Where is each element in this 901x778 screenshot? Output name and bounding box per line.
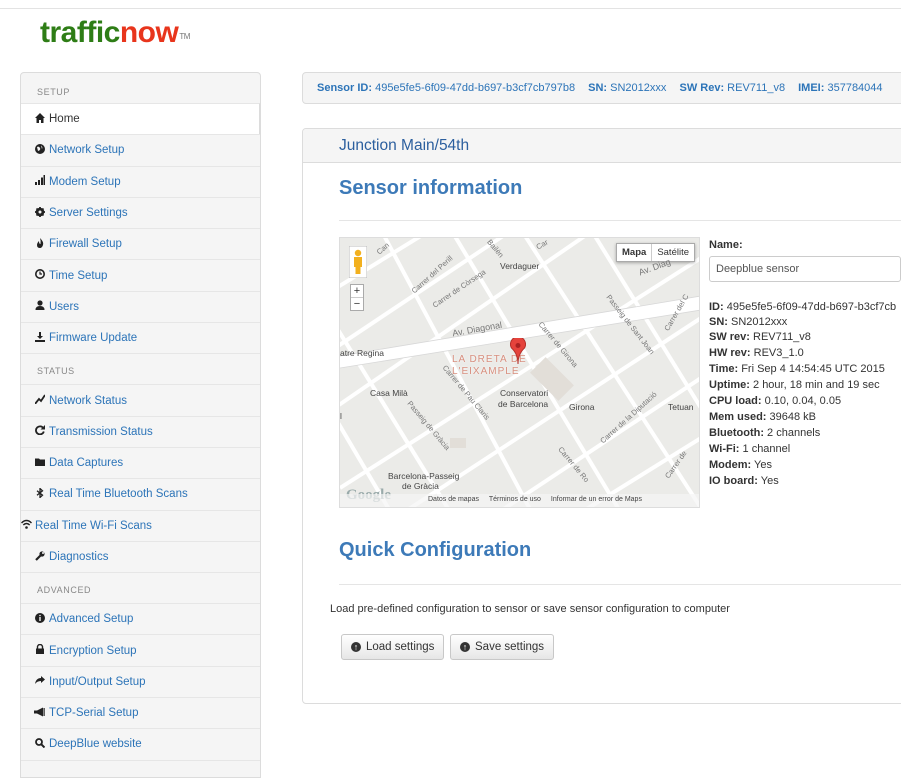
sidebar-empty-row — [21, 759, 260, 777]
nav-section-setup: SETUP — [37, 87, 71, 97]
name-label: Name: — [709, 239, 743, 251]
sidebar-nav: SETUP Home Network Setup Modem Setup Ser… — [20, 72, 261, 778]
sidebar-item-users[interactable]: Users — [21, 290, 260, 323]
map-report-link[interactable]: Informar de un error de Maps — [551, 496, 642, 503]
nav-section-advanced: ADVANCED — [21, 572, 260, 603]
map-zoom-control: + − — [350, 284, 364, 311]
share-icon — [33, 675, 46, 688]
sidebar-item-network-setup[interactable]: Network Setup — [21, 134, 260, 166]
map-label: l — [340, 411, 342, 421]
globe-icon — [33, 143, 46, 157]
map-type-map-button[interactable]: Mapa — [617, 244, 653, 261]
sidebar-item-io-setup[interactable]: Input/Output Setup — [21, 665, 260, 698]
search-icon — [33, 738, 46, 751]
sidebar-item-server-settings[interactable]: Server Settings — [21, 196, 260, 229]
sensor-bluetooth-row: Bluetooth: 2 channels — [709, 427, 821, 439]
sensor-name-input[interactable] — [709, 256, 901, 282]
divider — [339, 584, 901, 585]
wrench-icon — [33, 550, 46, 564]
user-icon — [33, 300, 46, 313]
home-icon — [33, 112, 46, 126]
sidebar-item-modem-setup[interactable]: Modem Setup — [21, 165, 260, 197]
sensor-mem-row: Mem used: 39648 kB — [709, 411, 817, 423]
sidebar-item-tcp-serial-setup[interactable]: TCP-Serial Setup — [21, 697, 260, 729]
download-icon — [33, 331, 46, 345]
sensor-wifi-row: Wi-Fi: 1 channel — [709, 443, 791, 455]
sensor-uptime-row: Uptime: 2 hour, 18 min and 19 sec — [709, 379, 880, 391]
sidebar-item-network-status[interactable]: Network Status — [21, 384, 260, 416]
map-label: atre Regina — [340, 348, 384, 358]
sensor-modem-row: Modem: Yes — [709, 459, 772, 471]
sensor-id-value: 495e5fe5-6f09-47dd-b697-b3cf7cb797b8 — [375, 82, 576, 94]
sensor-information-heading: Sensor information — [339, 177, 523, 199]
upload-circle-icon: ↑ — [351, 642, 361, 652]
sidebar-item-time-setup[interactable]: Time Setup — [21, 259, 260, 291]
bluetooth-icon — [33, 486, 46, 501]
sidebar-item-encryption-setup[interactable]: Encryption Setup — [21, 634, 260, 666]
map-type-satellite-button[interactable]: Satélite — [652, 244, 694, 261]
zoom-out-button[interactable]: − — [351, 297, 363, 310]
sensor-time-row: Time: Fri Sep 4 14:54:45 UTC 2015 — [709, 363, 885, 375]
info-icon — [33, 612, 46, 626]
sensor-io-row: IO board: Yes — [709, 475, 779, 487]
panel-title: Junction Main/54th — [303, 129, 901, 163]
sidebar-item-wifi-scans[interactable]: Real Time Wi-Fi Scans — [21, 509, 260, 541]
sidebar-item-home[interactable]: Home — [21, 103, 260, 135]
map-streets — [340, 238, 699, 507]
download-circle-icon: ↑ — [460, 642, 470, 652]
sensor-info-bar: Sensor ID: 495e5fe5-6f09-47dd-b697-b3cf7… — [302, 72, 901, 104]
sidebar-item-firewall-setup[interactable]: Firewall Setup — [21, 228, 260, 260]
signal-icon — [33, 175, 46, 188]
map-label: Casa Milà — [370, 388, 408, 398]
zoom-in-button[interactable]: + — [351, 285, 363, 297]
sensor-hwrev-row: HW rev: REV3_1.0 — [709, 347, 804, 359]
folder-icon — [33, 457, 46, 470]
quick-configuration-heading: Quick Configuration — [339, 539, 532, 561]
sidebar-item-advanced-setup[interactable]: Advanced Setup — [21, 603, 260, 635]
sidebar-item-diagnostics[interactable]: Diagnostics — [21, 540, 260, 573]
lock-icon — [33, 643, 46, 657]
map-label: Tetuan — [668, 402, 694, 412]
map-label: de Gràcia — [402, 481, 439, 491]
junction-panel: Junction Main/54th Sensor information + … — [302, 128, 901, 704]
sw-rev-value: REV711_v8 — [727, 82, 786, 94]
bullhorn-icon — [33, 707, 46, 720]
sensor-swrev-row: SW rev: REV711_v8 — [709, 331, 811, 343]
top-divider — [0, 8, 901, 9]
sensor-id-row: ID: 495e5fe5-6f09-47dd-b697-b3cf7cb — [709, 301, 897, 313]
save-settings-button[interactable]: ↑ Save settings — [450, 634, 555, 660]
map-label: Girona — [569, 402, 595, 412]
map-data-link[interactable]: Datos de mapas — [428, 496, 479, 503]
nav-section-status: STATUS — [21, 353, 260, 384]
street-view-pegman-icon[interactable] — [349, 246, 367, 278]
map-label: Conservatori — [500, 388, 549, 398]
sidebar-item-data-captures[interactable]: Data Captures — [21, 446, 260, 479]
map-footer: Datos de mapas Términos de uso Informar … — [340, 494, 699, 507]
sidebar-item-deepblue-website[interactable]: DeepBlue website — [21, 728, 260, 760]
map-label: Verdaguer — [500, 261, 540, 271]
load-settings-button[interactable]: ↑ Load settings — [341, 634, 445, 660]
map-terms-link[interactable]: Términos de uso — [489, 496, 541, 503]
clock-icon — [33, 269, 46, 282]
imei-value: 357784044 — [827, 82, 883, 94]
location-map[interactable]: + − Mapa Satélite Can Carrer del Perill … — [339, 237, 700, 508]
trafficnow-logo[interactable]: trafficnowTM — [40, 15, 190, 51]
map-label: de Barcelona — [498, 399, 549, 409]
map-type-toggle: Mapa Satélite — [616, 243, 695, 262]
wifi-icon — [21, 519, 33, 532]
quick-config-description: Load pre-defined configuration to sensor… — [330, 603, 730, 615]
sn-value: SN2012xxx — [610, 82, 667, 94]
pulse-icon — [33, 394, 46, 407]
sensor-cpu-row: CPU load: 0.10, 0.04, 0.05 — [709, 395, 842, 407]
gear-icon — [33, 206, 46, 220]
map-label: Barcelona-Passeig — [388, 471, 460, 481]
fire-icon — [33, 237, 46, 251]
refresh-icon — [33, 425, 46, 438]
sidebar-item-firmware-update[interactable]: Firmware Update — [21, 322, 260, 354]
sensor-sn-row: SN: SN2012xxx — [709, 316, 788, 328]
map-district-label: L'EIXAMPLE — [452, 366, 520, 377]
divider — [339, 220, 901, 221]
sidebar-item-bluetooth-scans[interactable]: Real Time Bluetooth Scans — [21, 478, 260, 510]
sidebar-item-transmission-status[interactable]: Transmission Status — [21, 415, 260, 447]
